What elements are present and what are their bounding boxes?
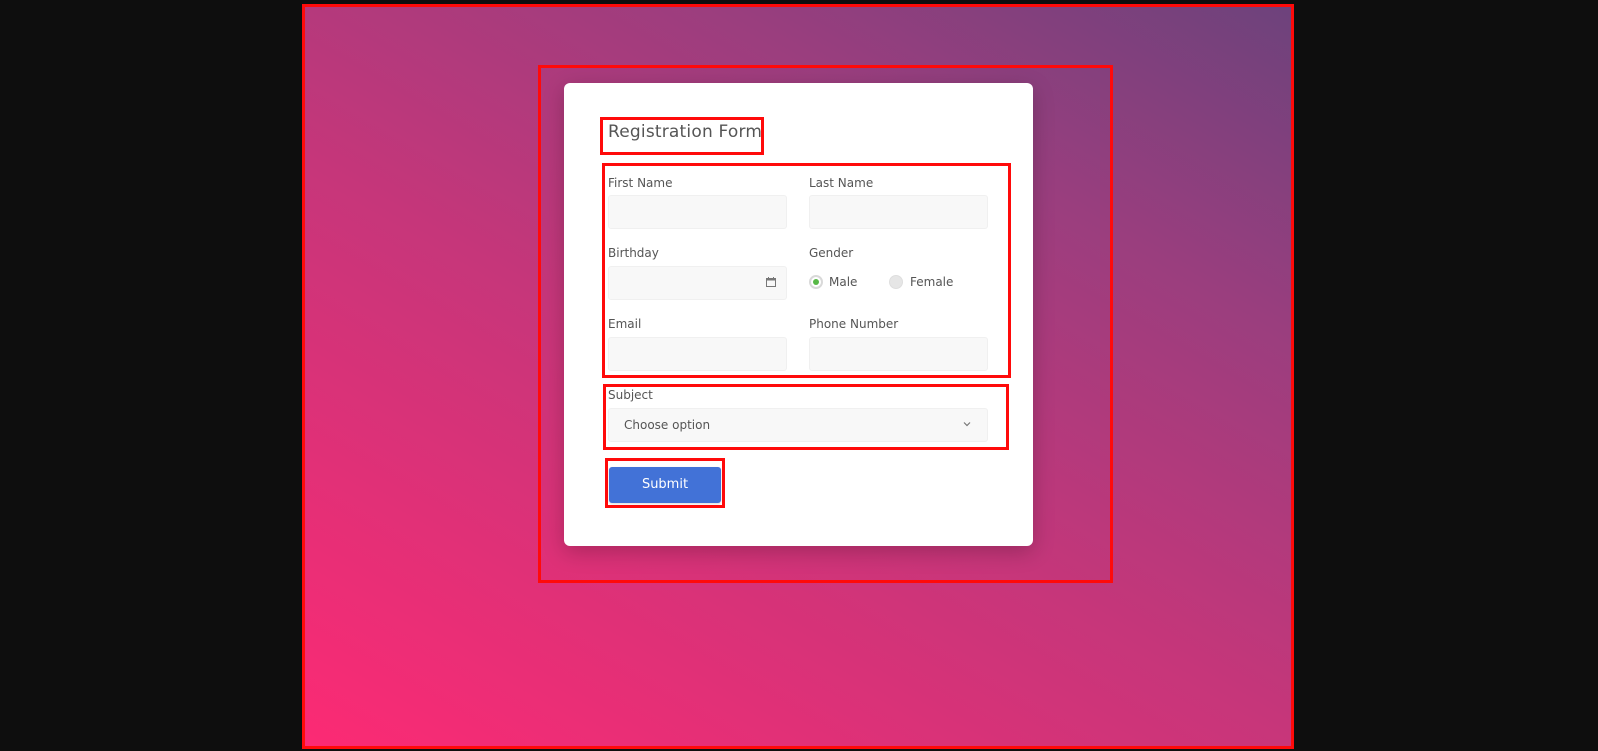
gender-male-label: Male — [829, 275, 858, 289]
gender-male-radio[interactable] — [809, 275, 823, 289]
phone-number-label: Phone Number — [809, 317, 899, 331]
last-name-input[interactable] — [809, 195, 988, 229]
form-title: Registration Form — [608, 122, 763, 142]
subject-label: Subject — [608, 388, 653, 402]
first-name-input[interactable] — [608, 195, 787, 229]
chevron-down-icon — [963, 422, 971, 427]
last-name-label: Last Name — [809, 176, 874, 190]
gender-female-radio[interactable] — [889, 275, 903, 289]
email-input[interactable] — [608, 337, 787, 371]
first-name-label: First Name — [608, 176, 673, 190]
calendar-icon[interactable] — [766, 277, 776, 287]
birthday-label: Birthday — [608, 246, 659, 260]
phone-number-input[interactable] — [809, 337, 988, 371]
subject-selected-value: Choose option — [624, 418, 711, 432]
email-label: Email — [608, 317, 642, 331]
gender-label: Gender — [809, 246, 854, 260]
birthday-input[interactable] — [608, 266, 787, 300]
subject-select[interactable]: Choose option — [608, 408, 988, 442]
gender-female-label: Female — [910, 275, 954, 289]
submit-button[interactable]: Submit — [609, 467, 721, 503]
